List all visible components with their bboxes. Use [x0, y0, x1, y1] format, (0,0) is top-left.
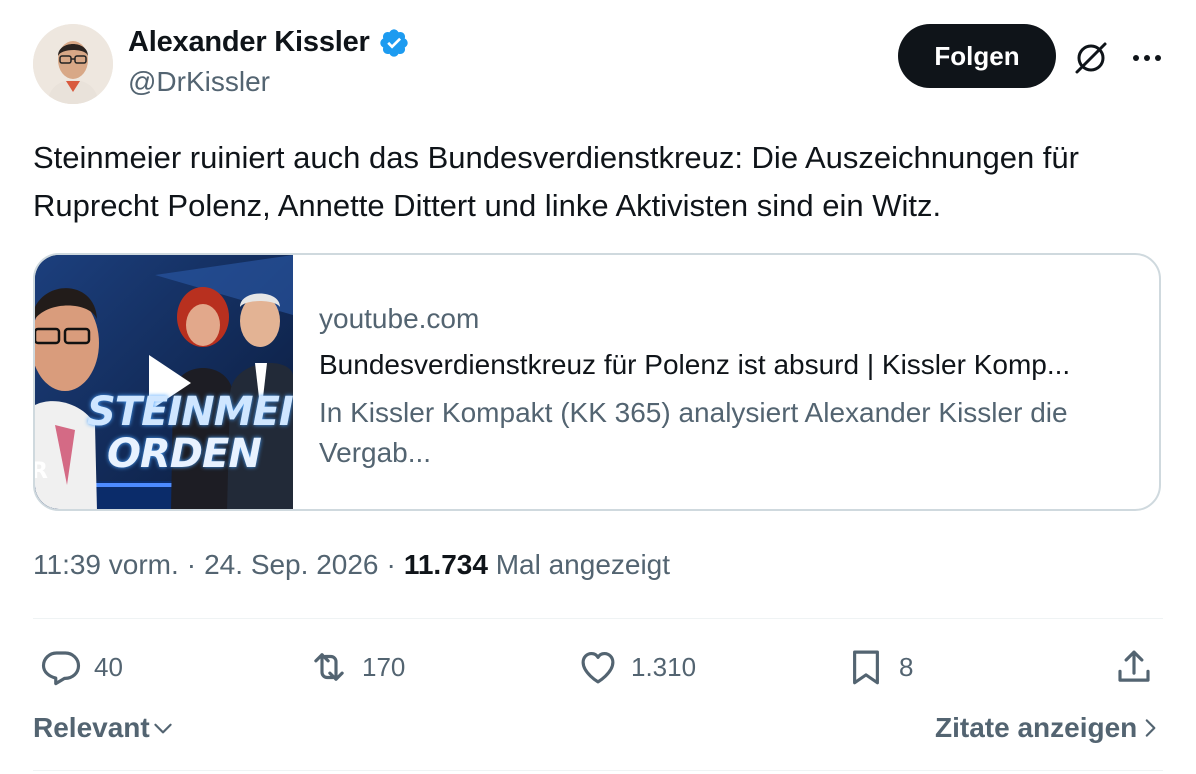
view-quotes-label: Zitate anzeigen: [935, 712, 1138, 743]
follow-button[interactable]: Folgen: [898, 24, 1056, 88]
thumbnail-title-line1: STEINMEI: [87, 389, 293, 435]
sort-label: Relevant: [33, 712, 150, 743]
view-quotes-link[interactable]: Zitate anzeigen: [935, 712, 1163, 744]
more-dots-icon[interactable]: [1127, 38, 1167, 78]
share-icon: [1118, 650, 1150, 682]
reply-button[interactable]: 40: [40, 646, 123, 688]
repost-count: 170: [362, 651, 406, 682]
author-name-row: Alexander Kissler: [128, 26, 410, 59]
tweet-text: Steinmeier ruiniert auch das Bundesverdi…: [33, 140, 1079, 223]
view-count-label: Mal angezeigt: [495, 549, 671, 580]
author-avatar[interactable]: [33, 24, 113, 104]
divider: [33, 770, 1163, 771]
link-preview-card[interactable]: STEINMEI ORDEN R youtube.com Bundesverdi…: [33, 253, 1161, 511]
card-description: In Kissler Kompakt (KK 365) analysiert A…: [319, 397, 1068, 468]
like-button[interactable]: 1.310: [577, 646, 696, 688]
author-handle[interactable]: @DrKissler: [128, 66, 270, 98]
grok-slash-icon[interactable]: [1071, 38, 1111, 78]
view-count: 11.734: [403, 549, 488, 580]
bookmark-count: 8: [899, 651, 914, 682]
divider: [33, 618, 1163, 619]
chevron-down-icon: [154, 723, 172, 734]
avatar-portrait-icon: [33, 24, 113, 104]
reply-icon: [41, 651, 81, 686]
share-button[interactable]: [1113, 646, 1155, 688]
tweet-date[interactable]: 24. Sep. 2026: [204, 549, 378, 581]
chevron-right-icon: [1145, 719, 1156, 737]
sort-dropdown[interactable]: Relevant: [33, 712, 176, 744]
like-count: 1.310: [631, 651, 697, 682]
meta-separator: ·: [386, 549, 396, 580]
card-domain: youtube.com: [319, 303, 480, 334]
tweet-time[interactable]: 11:39 vorm.: [33, 549, 179, 581]
bookmark-icon: [853, 650, 879, 685]
video-thumbnail[interactable]: STEINMEI ORDEN R: [35, 255, 293, 509]
meta-separator: ·: [186, 549, 197, 580]
author-display-name[interactable]: Alexander Kissler: [128, 26, 370, 59]
thumbnail-edge-letter: R: [35, 459, 48, 484]
verified-badge-icon[interactable]: [378, 27, 410, 59]
heart-icon: [581, 651, 615, 684]
card-text-block[interactable]: youtube.com Bundesverdienstkreuz für Pol…: [319, 303, 1139, 473]
bookmark-button[interactable]: 8: [845, 646, 913, 688]
repost-button[interactable]: 170: [308, 646, 405, 688]
thumbnail-title-line2: ORDEN: [107, 431, 262, 477]
card-title: Bundesverdienstkreuz für Polenz ist absu…: [319, 349, 1071, 380]
repost-icon: [314, 653, 344, 681]
reply-count: 40: [94, 651, 123, 682]
tweet-meta: 11:39 vorm. · 24. Sep. 2026 · 11.734 Mal…: [33, 549, 670, 581]
